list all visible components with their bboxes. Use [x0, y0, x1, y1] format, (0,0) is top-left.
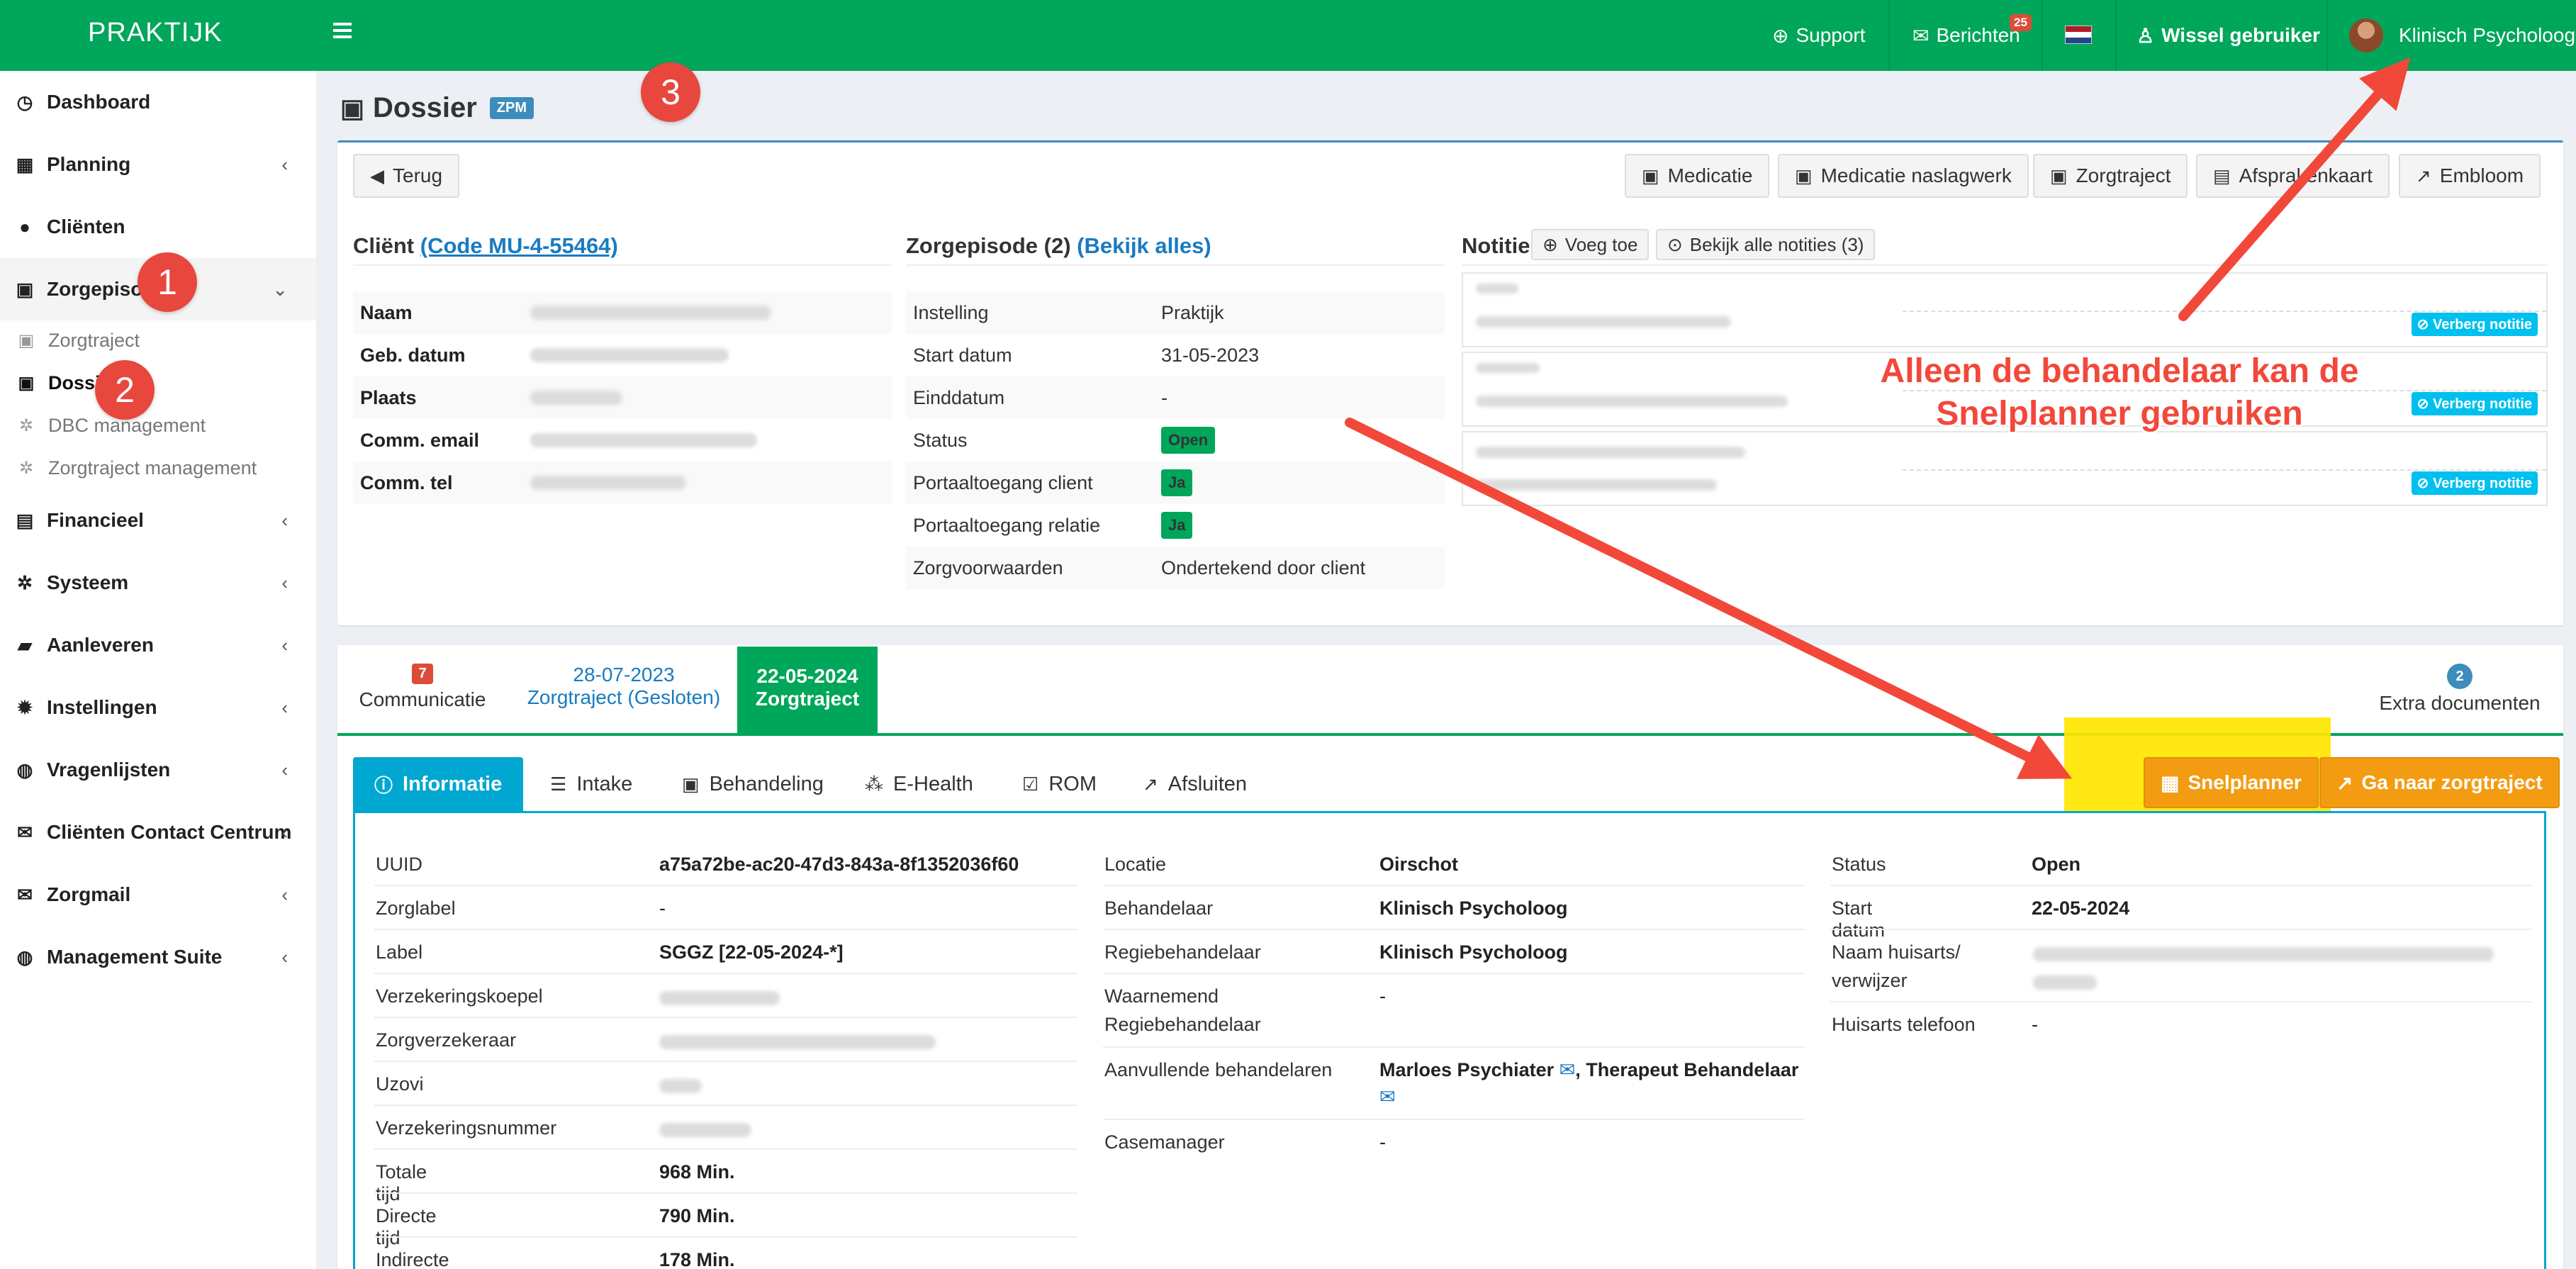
arrow-to-snelplanner: [1345, 418, 2073, 779]
arrow-to-user: [2178, 57, 2411, 321]
annotation-arrows: [1345, 57, 2411, 779]
